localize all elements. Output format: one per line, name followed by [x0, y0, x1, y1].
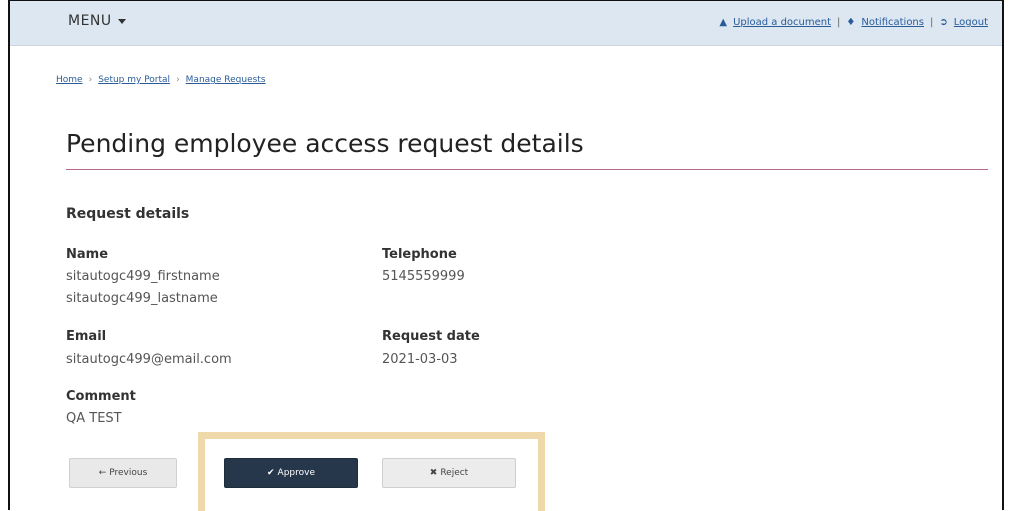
logout-link[interactable]: Logout — [954, 17, 988, 28]
user-icon: ▲ — [719, 17, 728, 28]
title-divider — [66, 169, 988, 170]
chevron-down-icon — [117, 18, 126, 24]
telephone-label: Telephone — [382, 247, 457, 262]
breadcrumb-separator: › — [176, 75, 180, 85]
previous-button[interactable]: ← Previous — [69, 458, 177, 488]
page-frame: MENU ▲ Upload a document | ♦ Notificatio… — [8, 0, 1004, 511]
telephone-value: 5145559999 — [382, 269, 465, 284]
upload-document-link[interactable]: Upload a document — [733, 17, 831, 28]
notifications-link[interactable]: Notifications — [861, 17, 924, 28]
comment-label: Comment — [66, 389, 136, 404]
name-label: Name — [66, 247, 109, 262]
email-value: sitautogc499@email.com — [66, 352, 232, 367]
page-title: Pending employee access request details — [66, 129, 584, 158]
link-separator: | — [837, 17, 841, 28]
top-links: ▲ Upload a document | ♦ Notifications | … — [719, 17, 988, 28]
link-separator: | — [929, 17, 934, 28]
first-name-value: sitautogc499_firstname — [66, 269, 220, 284]
breadcrumb: Home › Setup my Portal › Manage Requests — [56, 75, 266, 85]
top-bar: MENU ▲ Upload a document | ♦ Notificatio… — [10, 1, 1002, 46]
logout-icon: ➲ — [939, 17, 948, 28]
breadcrumb-manage-requests[interactable]: Manage Requests — [186, 75, 266, 85]
request-date-value: 2021-03-03 — [382, 352, 458, 367]
highlight-box — [198, 432, 545, 511]
menu-button[interactable]: MENU — [68, 13, 126, 29]
last-name-value: sitautogc499_lastname — [66, 291, 218, 306]
email-label: Email — [66, 329, 107, 344]
request-date-label: Request date — [382, 329, 480, 344]
breadcrumb-setup-portal[interactable]: Setup my Portal — [98, 75, 170, 85]
arrow-left-icon: ← — [98, 468, 107, 478]
previous-button-label: Previous — [109, 468, 148, 478]
menu-label: MENU — [68, 13, 112, 29]
breadcrumb-separator: › — [88, 75, 93, 85]
section-title: Request details — [66, 206, 190, 222]
bell-icon: ♦ — [846, 17, 856, 28]
comment-value: QA TEST — [66, 411, 122, 426]
breadcrumb-home[interactable]: Home — [56, 75, 83, 85]
